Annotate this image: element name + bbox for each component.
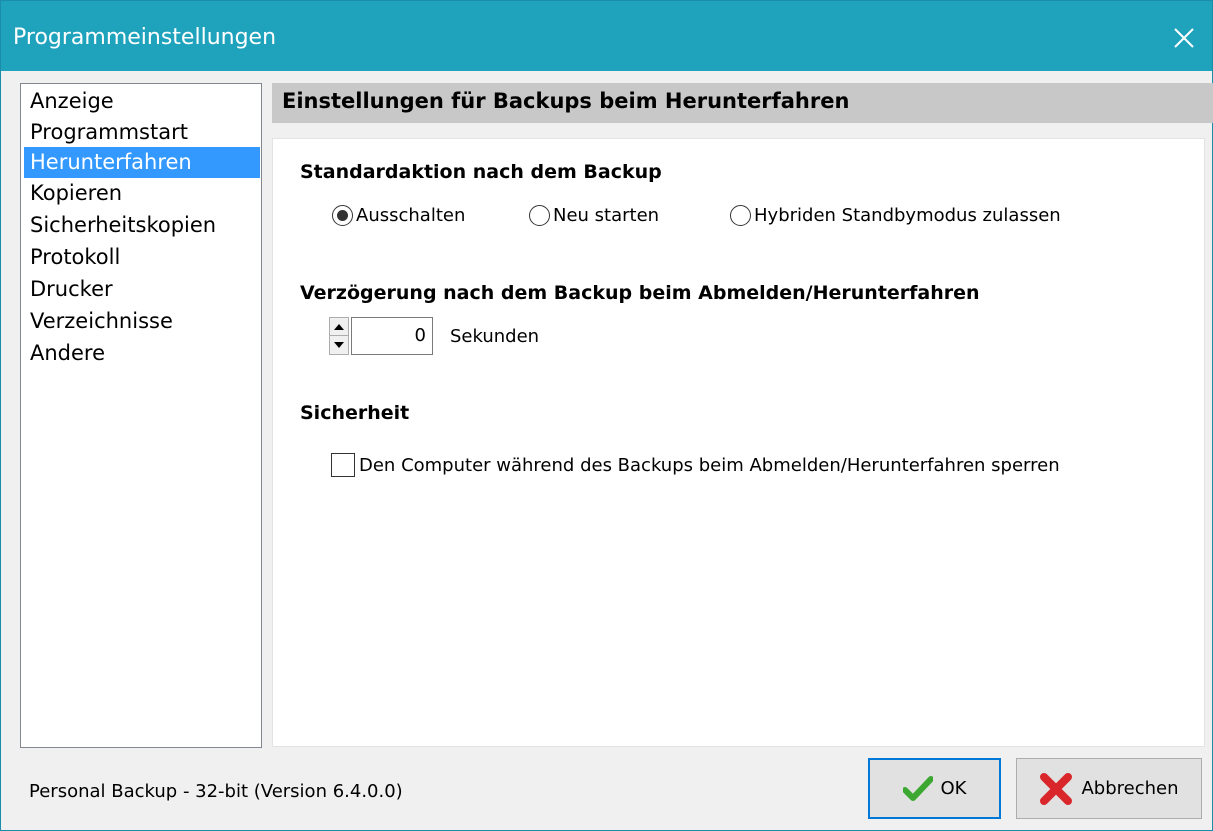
category-list: Anzeige Programmstart Herunterfahren Kop… <box>20 83 262 748</box>
ok-button[interactable]: OK <box>868 758 1001 819</box>
delay-unit-label: Sekunden <box>450 326 540 347</box>
ok-label: OK <box>940 778 967 799</box>
radio-circle <box>529 205 550 226</box>
panel-title: Einstellungen für Backups beim Herunterf… <box>282 89 850 113</box>
nav-item-herunterfahren[interactable]: Herunterfahren <box>24 147 260 178</box>
cancel-label: Abbrechen <box>1081 778 1179 799</box>
nav-item-verzeichnisse[interactable]: Verzeichnisse <box>24 306 260 337</box>
default-action-heading: Standardaktion nach dem Backup <box>300 161 662 183</box>
nav-item-anzeige[interactable]: Anzeige <box>24 86 260 117</box>
window-title: Programmeinstellungen <box>13 25 277 50</box>
nav-item-programmstart[interactable]: Programmstart <box>24 117 260 148</box>
radio-circle <box>332 205 353 226</box>
close-icon <box>1174 28 1194 48</box>
title-bar: Programmeinstellungen <box>1 1 1212 71</box>
arrow-down-icon <box>334 342 344 348</box>
radio-ausschalten[interactable]: Ausschalten <box>332 205 465 226</box>
cancel-button[interactable]: Abbrechen <box>1016 758 1202 819</box>
arrow-up-icon <box>334 323 344 330</box>
version-status: Personal Backup - 32-bit (Version 6.4.0.… <box>29 781 403 802</box>
radio-circle <box>730 205 751 226</box>
radio-neu-starten[interactable]: Neu starten <box>529 205 659 226</box>
spin-down-button[interactable] <box>330 336 348 354</box>
lock-computer-checkbox[interactable]: Den Computer während des Backups beim Ab… <box>331 453 1060 477</box>
delay-seconds-input[interactable]: 0 <box>351 317 433 355</box>
panel-header: Einstellungen für Backups beim Herunterf… <box>272 83 1213 123</box>
nav-item-sicherheitskopien[interactable]: Sicherheitskopien <box>24 210 260 241</box>
checkbox-box <box>331 453 355 477</box>
security-heading: Sicherheit <box>300 402 410 424</box>
nav-item-drucker[interactable]: Drucker <box>24 274 260 305</box>
radio-label: Neu starten <box>553 205 660 226</box>
radio-label: Hybriden Standbymodus zulassen <box>754 205 1061 226</box>
checkmark-icon <box>902 775 933 801</box>
nav-item-kopieren[interactable]: Kopieren <box>24 178 260 209</box>
nav-item-andere[interactable]: Andere <box>24 338 260 369</box>
settings-panel: Standardaktion nach dem Backup Ausschalt… <box>272 138 1205 747</box>
spin-up-button[interactable] <box>330 318 348 336</box>
radio-label: Ausschalten <box>356 205 466 226</box>
nav-item-protokoll[interactable]: Protokoll <box>24 242 260 273</box>
red-x-icon <box>1040 772 1073 805</box>
radio-hybriden-standby[interactable]: Hybriden Standbymodus zulassen <box>730 205 1061 226</box>
delay-heading: Verzögerung nach dem Backup beim Abmelde… <box>300 282 980 304</box>
delay-spinner <box>329 317 349 355</box>
radio-dot <box>337 210 348 221</box>
lock-computer-label: Den Computer während des Backups beim Ab… <box>359 454 1060 476</box>
settings-dialog: Programmeinstellungen Anzeige Programmst… <box>0 0 1213 831</box>
close-button[interactable] <box>1156 13 1212 63</box>
